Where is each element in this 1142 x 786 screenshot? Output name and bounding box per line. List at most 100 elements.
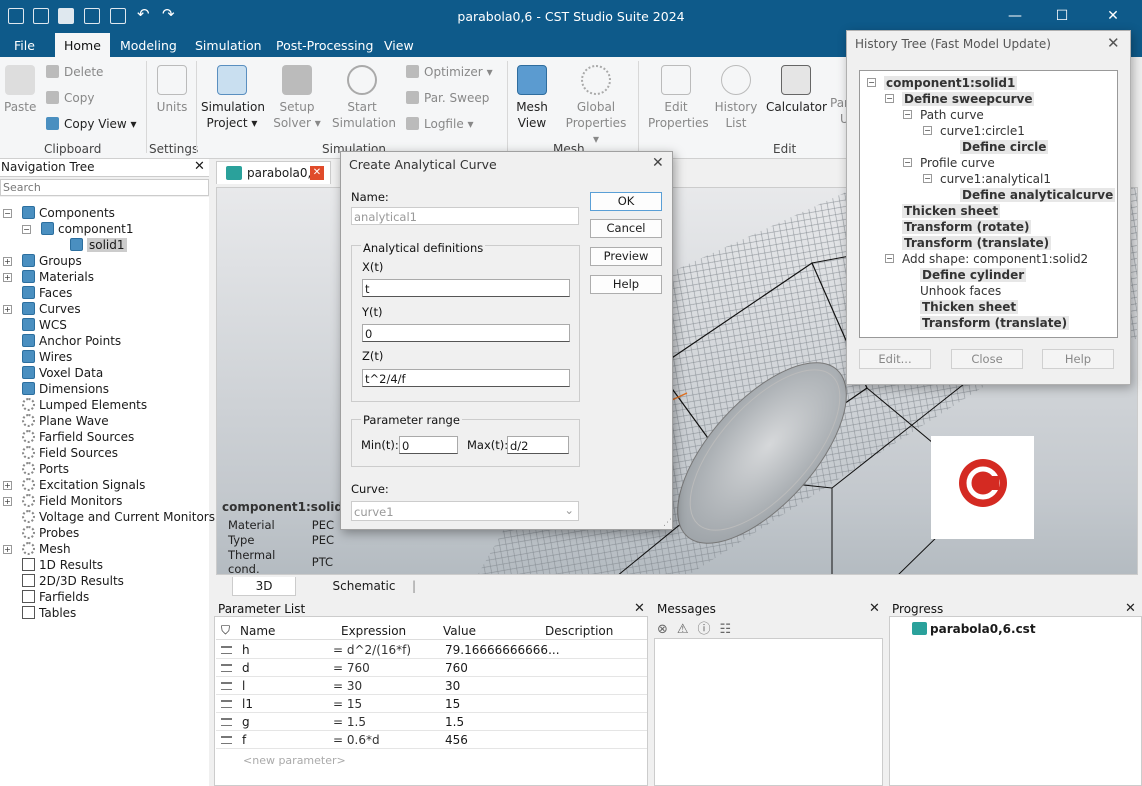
filter-icon[interactable]: ⛉ [221, 623, 230, 638]
expand-icon[interactable]: + [3, 257, 12, 266]
collapse-icon[interactable]: − [903, 110, 912, 119]
edit-history-button[interactable]: Edit... [859, 349, 931, 369]
close-tab-icon[interactable]: ✕ [310, 166, 324, 180]
close-window-button[interactable]: ✕ [1103, 6, 1123, 26]
document-tab[interactable]: parabola0,6 ✕ [216, 161, 331, 184]
nav-item[interactable]: 2D/3D Results [22, 574, 124, 588]
nav-item[interactable]: + Materials [3, 270, 94, 284]
tab-3d[interactable]: 3D [232, 577, 296, 596]
expand-icon[interactable]: + [3, 545, 12, 554]
close-messages-icon[interactable]: ✕ [869, 601, 880, 616]
x-expression-input[interactable]: t [362, 279, 570, 297]
table-row[interactable]: g = 1.5 1.5 [216, 713, 647, 731]
simulation-project-button[interactable]: Simulation Project ▾ [201, 65, 265, 131]
close-params-icon[interactable]: ✕ [634, 601, 645, 616]
history-item[interactable]: Define analyticalcurve [960, 188, 1116, 202]
menu-post-processing[interactable]: Post-Processing [276, 38, 373, 53]
nav-item[interactable]: + Groups [3, 254, 82, 268]
par-sweep-button[interactable]: Par. Sweep [406, 91, 489, 105]
collapse-icon[interactable]: − [923, 174, 932, 183]
nav-item[interactable]: Farfields [22, 590, 89, 604]
expand-icon[interactable]: + [3, 497, 12, 506]
nav-item[interactable]: Wires [22, 350, 72, 364]
global-properties-button[interactable]: Global Properties ▾ [562, 65, 630, 147]
table-row[interactable]: h = d^2/(16*f) 79.16666666666... [216, 641, 647, 659]
expand-icon[interactable]: + [3, 305, 12, 314]
nav-item[interactable]: 1D Results [22, 558, 103, 572]
collapse-icon[interactable]: − [923, 126, 932, 135]
max-t-input[interactable]: d/2 [507, 436, 569, 454]
history-item[interactable]: − curve1:analytical1 [923, 172, 1051, 186]
history-item[interactable]: − Profile curve [903, 156, 995, 170]
close-progress-icon[interactable]: ✕ [1125, 601, 1136, 616]
history-list-button[interactable]: History List [714, 65, 758, 131]
z-expression-input[interactable]: t^2/4/f [362, 369, 570, 387]
menu-view[interactable]: View [384, 38, 414, 53]
history-item[interactable]: − Add shape: component1:solid2 [885, 252, 1088, 266]
table-row[interactable]: d = 760 760 [216, 659, 647, 677]
history-item[interactable]: Thicken sheet [902, 204, 1001, 218]
resize-grip-icon[interactable]: ⋰ [663, 518, 672, 528]
delete-button[interactable]: Delete [46, 65, 103, 79]
history-item[interactable]: Thicken sheet [920, 300, 1019, 314]
nav-item[interactable]: Ports [22, 462, 69, 476]
history-item[interactable]: − component1:solid1 [867, 76, 1018, 90]
expand-icon[interactable]: − [22, 225, 31, 234]
nav-item[interactable]: Anchor Points [22, 334, 121, 348]
help-history-button[interactable]: Help [1042, 349, 1114, 369]
expand-icon[interactable]: − [3, 209, 12, 218]
history-item[interactable]: − Path curve [903, 108, 984, 122]
start-simulation-button[interactable]: Start Simulation [332, 65, 396, 131]
close-nav-icon[interactable]: ✕ [194, 159, 205, 174]
table-row[interactable]: f = 0.6*d 456 [216, 731, 647, 749]
copy-view-button[interactable]: Copy View ▾ [46, 117, 137, 131]
nav-item[interactable]: solid1 [70, 238, 127, 252]
history-item[interactable]: − curve1:circle1 [923, 124, 1025, 138]
expand-icon[interactable]: + [3, 273, 12, 282]
nav-item[interactable]: + Excitation Signals [3, 478, 145, 492]
close-history-button[interactable]: Close [951, 349, 1023, 369]
history-item[interactable]: − Define sweepcurve [885, 92, 1035, 106]
nav-search-input[interactable]: Search [0, 179, 209, 196]
maximize-button[interactable]: ☐ [1052, 6, 1072, 26]
nav-item[interactable]: Field Sources [22, 446, 118, 460]
nav-item[interactable]: + Mesh [3, 542, 71, 556]
setup-solver-button[interactable]: Setup Solver ▾ [270, 65, 324, 131]
history-item[interactable]: Define cylinder [920, 268, 1027, 282]
nav-item[interactable]: Probes [22, 526, 79, 540]
history-item[interactable]: Transform (rotate) [902, 220, 1032, 234]
expand-icon[interactable]: + [3, 481, 12, 490]
logfile-button[interactable]: Logfile ▾ [406, 117, 474, 131]
nav-item[interactable]: Lumped Elements [22, 398, 147, 412]
name-input[interactable]: analytical1 [351, 207, 579, 225]
close-history-icon[interactable]: ✕ [1107, 34, 1120, 52]
nav-item[interactable]: + Curves [3, 302, 81, 316]
preview-button[interactable]: Preview [590, 247, 662, 266]
ok-button[interactable]: OK [590, 192, 662, 211]
copy-button[interactable]: Copy [46, 91, 94, 105]
nav-item[interactable]: Faces [22, 286, 72, 300]
nav-item[interactable]: − Components [3, 206, 115, 220]
nav-item[interactable]: − component1 [22, 222, 134, 236]
help-button[interactable]: Help [590, 275, 662, 294]
collapse-icon[interactable]: − [903, 158, 912, 167]
collapse-icon[interactable]: − [867, 78, 876, 87]
nav-item[interactable]: Farfield Sources [22, 430, 134, 444]
cancel-button[interactable]: Cancel [590, 219, 662, 238]
history-item[interactable]: Unhook faces [920, 284, 1001, 298]
menu-file[interactable]: File [14, 38, 35, 53]
minimize-button[interactable]: — [1005, 6, 1025, 26]
nav-item[interactable]: Dimensions [22, 382, 109, 396]
collapse-icon[interactable]: − [885, 94, 894, 103]
mesh-view-button[interactable]: Mesh View [514, 65, 550, 131]
nav-item[interactable]: Voltage and Current Monitors [22, 510, 215, 524]
nav-item[interactable]: Tables [22, 606, 76, 620]
menu-modeling[interactable]: Modeling [120, 38, 177, 53]
nav-item[interactable]: Plane Wave [22, 414, 109, 428]
calculator-button[interactable]: Calculator [766, 65, 827, 115]
curve-select[interactable]: curve1 ⌄ [351, 501, 579, 521]
message-filter-icons[interactable]: ⊗⚠ⓘ☷ [657, 618, 740, 637]
menu-simulation[interactable]: Simulation [195, 38, 262, 53]
units-button[interactable]: Units [156, 65, 188, 115]
nav-item[interactable]: WCS [22, 318, 67, 332]
